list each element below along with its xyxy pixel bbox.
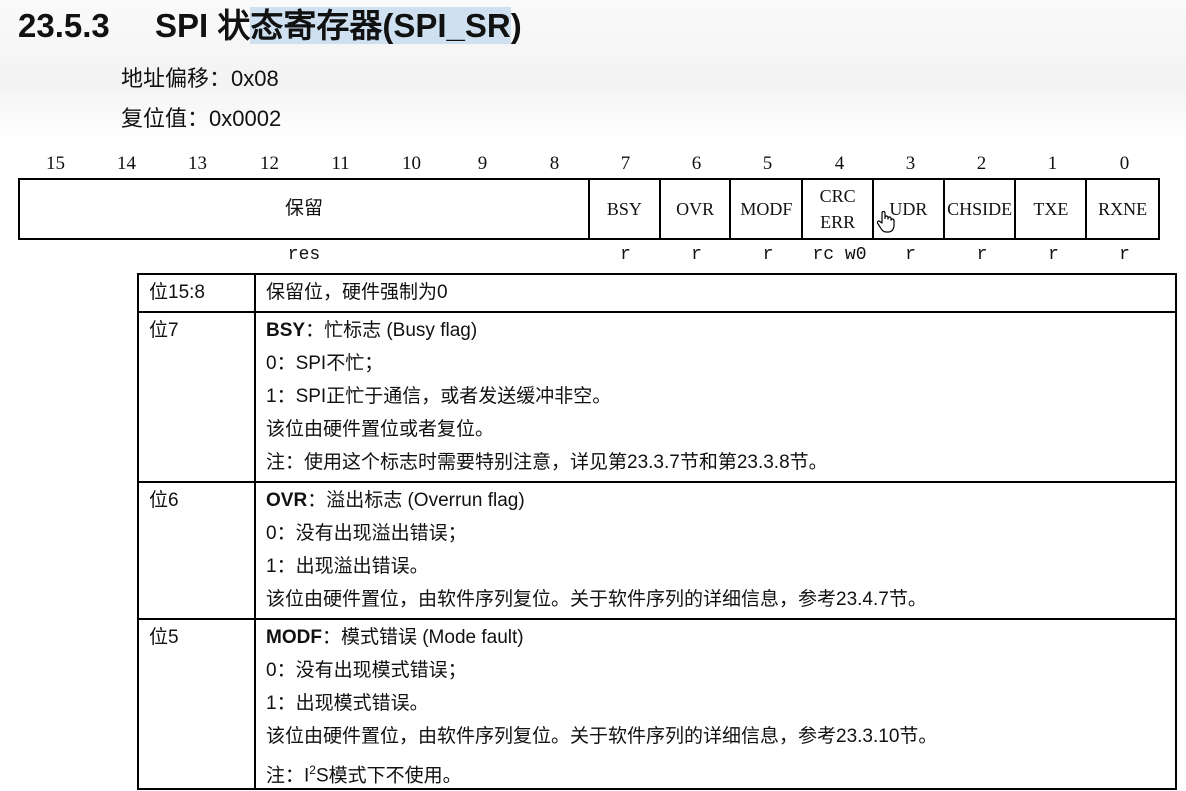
field-desc: ：忙标志 (Busy flag) [305, 320, 478, 341]
bit-number: 9 [477, 153, 488, 174]
field-name: OVR [266, 490, 308, 511]
field-crcerr-line1: CRC [819, 186, 856, 206]
access-modf: r [762, 245, 774, 265]
access-txe: r [1048, 245, 1059, 265]
desc-line: 1：出现溢出错误。 [266, 556, 429, 577]
bit-description: 保留位，硬件强制为0 [254, 273, 1177, 313]
address-offset: 地址偏移：0x08 [121, 66, 279, 91]
bit-description-table: 位15:8 保留位，硬件强制为0 位7 BSY：忙标志 (Busy flag) … [137, 273, 1177, 790]
access-ovr: r [691, 245, 702, 265]
access-chside: r [976, 245, 988, 265]
bit-range: 位5 [137, 618, 256, 790]
desc-heading: MODF：模式错误 (Mode fault) [266, 623, 1175, 656]
field-name: BSY [266, 320, 306, 341]
field-desc: ：溢出标志 (Overrun flag) [307, 490, 525, 511]
access-udr: r [905, 245, 916, 265]
table-row: 位7 BSY：忙标志 (Busy flag) 0：SPI不忙； 1：SPI正忙于… [137, 311, 1177, 483]
desc-line: 1：SPI正忙于通信，或者发送缓冲非空。 [266, 386, 612, 407]
hand-cursor-icon [876, 210, 895, 233]
access-rxne: r [1119, 245, 1130, 265]
bit-number: 8 [549, 153, 560, 174]
bit-number: 2 [976, 153, 987, 174]
bit-number: 15 [46, 153, 65, 174]
section-number: 23.5.3 [18, 7, 110, 44]
desc-line: 注：使用这个标志时需要特别注意，详见第23.3.7节和第23.3.8节。 [266, 452, 828, 473]
table-row: 位6 OVR：溢出标志 (Overrun flag) 0：没有出现溢出错误； 1… [137, 481, 1177, 620]
desc-heading: OVR：溢出标志 (Overrun flag) [266, 486, 1175, 519]
access-crcerr: rc w0 [812, 245, 867, 265]
register-map: 保留 BSY OVR MODF CRC ERR UDR CHSIDE TXE R… [18, 178, 1160, 240]
bit-description: MODF：模式错误 (Mode fault) 0：没有出现模式错误； 1：出现模… [254, 618, 1177, 790]
desc-line: 保留位，硬件强制为0 [266, 282, 448, 303]
bit-range: 位6 [137, 481, 256, 620]
bit-description: BSY：忙标志 (Busy flag) 0：SPI不忙； 1：SPI正忙于通信，… [254, 311, 1177, 483]
section-heading: 23.5.3 SPI 状态寄存器(SPI_SR) [18, 4, 522, 48]
field-reserved: 保留 [284, 198, 323, 219]
bit-number: 6 [691, 153, 702, 174]
bit-number: 10 [402, 153, 421, 174]
field-crcerr-line2: ERR [820, 212, 856, 232]
title-prefix: SPI 状 [155, 7, 251, 44]
reset-value: 复位值：0x0002 [121, 106, 282, 131]
desc-line: 0：SPI不忙； [266, 353, 384, 374]
desc-heading: BSY：忙标志 (Busy flag) [266, 316, 1175, 349]
bit-number: 7 [620, 153, 631, 174]
field-bsy: BSY [587, 180, 659, 238]
access-bsy: r [620, 245, 631, 265]
bit-number: 5 [762, 153, 773, 174]
table-row: 位5 MODF：模式错误 (Mode fault) 0：没有出现模式错误； 1：… [137, 618, 1177, 790]
field-chside: CHSIDE [942, 180, 1015, 238]
desc-line: 该位由硬件置位，由软件序列复位。关于软件序列的详细信息，参考23.4.7节。 [266, 589, 927, 610]
bit-description: OVR：溢出标志 (Overrun flag) 0：没有出现溢出错误； 1：出现… [254, 481, 1177, 620]
bit-number: 0 [1119, 153, 1130, 174]
bit-number: 14 [117, 153, 136, 174]
title-suffix: ) [510, 7, 522, 44]
bit-range: 位7 [137, 311, 256, 483]
desc-line: 该位由硬件置位或者复位。 [266, 419, 495, 440]
bit-number: 13 [188, 153, 207, 174]
field-txe: TXE [1014, 180, 1085, 238]
title-selected-text[interactable]: 态寄存器(SPI_SR [250, 7, 511, 44]
desc-line: 0：没有出现溢出错误； [266, 523, 467, 544]
table-row: 位15:8 保留位，硬件强制为0 [137, 273, 1177, 313]
bit-number: 4 [834, 153, 845, 174]
desc-note: 注：I2S模式下不使用。 [266, 763, 462, 787]
bit-number: 12 [260, 153, 279, 174]
bit-number: 1 [1047, 153, 1058, 174]
field-ovr: OVR [658, 180, 730, 238]
field-rxne: RXNE [1085, 180, 1158, 238]
field-crcerr: CRC ERR [801, 180, 872, 238]
bit-range: 位15:8 [137, 273, 256, 313]
field-modf: MODF [729, 180, 801, 238]
access-reserved: res [287, 245, 321, 265]
bit-number: 11 [331, 153, 350, 174]
desc-line: 0：没有出现模式错误； [266, 660, 467, 681]
field-name: MODF [266, 627, 322, 648]
field-desc: ：模式错误 (Mode fault) [321, 627, 524, 648]
desc-line: 该位由硬件置位，由软件序列复位。关于软件序列的详细信息，参考23.3.10节。 [266, 726, 938, 747]
desc-line: 1：出现模式错误。 [266, 693, 429, 714]
bit-number: 3 [905, 153, 916, 174]
